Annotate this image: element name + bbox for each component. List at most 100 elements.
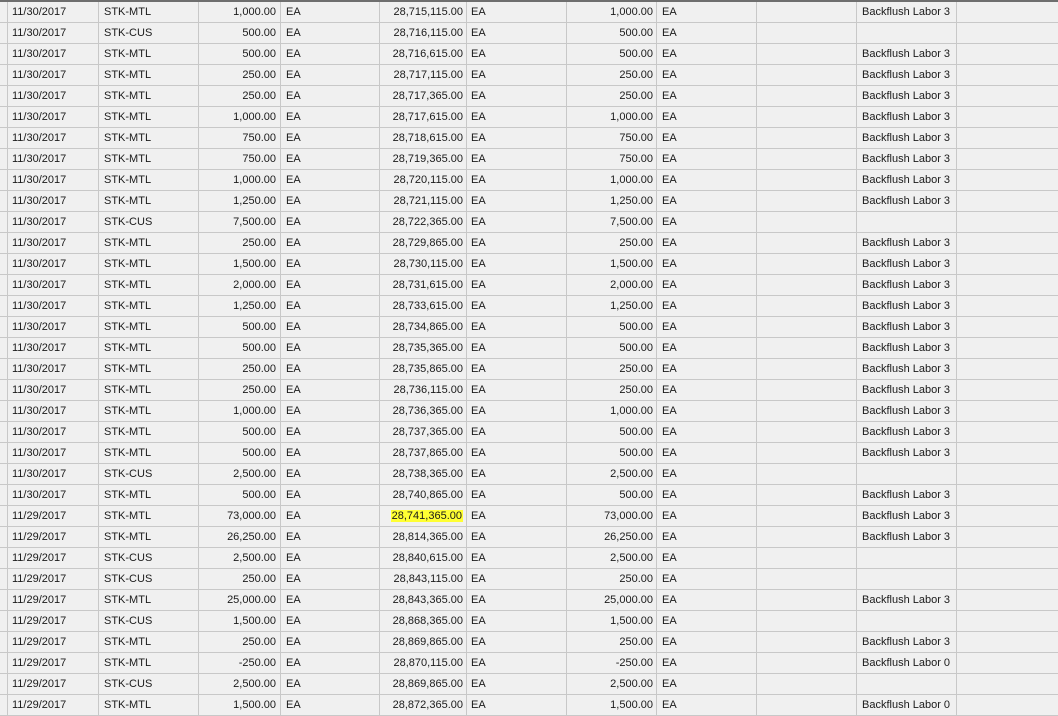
table-row[interactable]: 11/30/2017 STK-CUS 7,500.00 EA 28,722,365.00… <box>0 212 1058 233</box>
running-total-cell[interactable]: 28,734,865.00 <box>380 317 467 337</box>
table-row[interactable]: 11/30/2017 STK-MTL 1,500.00 EA 28,730,115.00… <box>0 254 1058 275</box>
transaction-type-cell[interactable]: STK-MTL <box>99 485 199 505</box>
transaction-type-cell[interactable]: STK-MTL <box>99 296 199 316</box>
uom-3-cell[interactable]: EA <box>657 464 757 484</box>
uom-cell[interactable]: EA <box>281 611 380 631</box>
description-cell[interactable]: Backflush Labor 3 <box>857 422 957 442</box>
trailing-cell[interactable] <box>957 674 1058 694</box>
date-cell[interactable]: 11/29/2017 <box>8 527 99 547</box>
trailing-cell[interactable] <box>957 149 1058 169</box>
running-total-cell[interactable]: 28,868,365.00 <box>380 611 467 631</box>
row-gutter[interactable] <box>0 338 8 358</box>
transaction-type-cell[interactable]: STK-CUS <box>99 23 199 43</box>
description-cell[interactable]: Backflush Labor 3 <box>857 527 957 547</box>
uom-cell[interactable]: EA <box>281 695 380 715</box>
quantity-2-cell[interactable]: 1,500.00 <box>567 254 657 274</box>
quantity-2-cell[interactable]: 500.00 <box>567 443 657 463</box>
row-gutter[interactable] <box>0 548 8 568</box>
trailing-cell[interactable] <box>957 2 1058 22</box>
description-cell[interactable]: Backflush Labor 3 <box>857 86 957 106</box>
description-cell[interactable]: Backflush Labor 3 <box>857 401 957 421</box>
quantity-2-cell[interactable]: 250.00 <box>567 632 657 652</box>
table-row[interactable]: 11/30/2017 STK-MTL 1,000.00 EA 28,717,615.00… <box>0 107 1058 128</box>
uom-cell[interactable]: EA <box>281 23 380 43</box>
table-row[interactable]: 11/29/2017 STK-MTL -250.00 EA 28,870,115.00 E… <box>0 653 1058 674</box>
uom-3-cell[interactable]: EA <box>657 107 757 127</box>
running-total-cell[interactable]: 28,715,115.00 <box>380 2 467 22</box>
uom-3-cell[interactable]: EA <box>657 275 757 295</box>
running-uom-cell[interactable]: EA <box>467 2 567 22</box>
description-cell[interactable] <box>857 674 957 694</box>
description-cell[interactable]: Backflush Labor 3 <box>857 338 957 358</box>
trailing-cell[interactable] <box>957 254 1058 274</box>
date-cell[interactable]: 11/30/2017 <box>8 422 99 442</box>
running-uom-cell[interactable]: EA <box>467 674 567 694</box>
blank-cell[interactable] <box>757 569 857 589</box>
description-cell[interactable] <box>857 212 957 232</box>
running-total-cell[interactable]: 28,730,115.00 <box>380 254 467 274</box>
quantity-cell[interactable]: 25,000.00 <box>199 590 281 610</box>
transaction-type-cell[interactable]: STK-CUS <box>99 464 199 484</box>
running-uom-cell[interactable]: EA <box>467 128 567 148</box>
description-cell[interactable]: Backflush Labor 3 <box>857 170 957 190</box>
quantity-2-cell[interactable]: 250.00 <box>567 359 657 379</box>
running-uom-cell[interactable]: EA <box>467 443 567 463</box>
uom-cell[interactable]: EA <box>281 128 380 148</box>
date-cell[interactable]: 11/29/2017 <box>8 632 99 652</box>
transaction-type-cell[interactable]: STK-MTL <box>99 653 199 673</box>
row-gutter[interactable] <box>0 611 8 631</box>
date-cell[interactable]: 11/30/2017 <box>8 317 99 337</box>
table-row[interactable]: 11/29/2017 STK-CUS 2,500.00 EA 28,840,615.00… <box>0 548 1058 569</box>
row-gutter[interactable] <box>0 443 8 463</box>
running-total-cell[interactable]: 28,722,365.00 <box>380 212 467 232</box>
quantity-2-cell[interactable]: 750.00 <box>567 149 657 169</box>
transaction-type-cell[interactable]: STK-CUS <box>99 569 199 589</box>
uom-cell[interactable]: EA <box>281 317 380 337</box>
trailing-cell[interactable] <box>957 65 1058 85</box>
trailing-cell[interactable] <box>957 695 1058 715</box>
running-total-cell[interactable]: 28,840,615.00 <box>380 548 467 568</box>
transaction-type-cell[interactable]: STK-MTL <box>99 149 199 169</box>
description-cell[interactable]: Backflush Labor 3 <box>857 590 957 610</box>
uom-cell[interactable]: EA <box>281 506 380 526</box>
row-gutter[interactable] <box>0 128 8 148</box>
row-gutter[interactable] <box>0 2 8 22</box>
quantity-2-cell[interactable]: 73,000.00 <box>567 506 657 526</box>
table-row[interactable]: 11/30/2017 STK-MTL 1,000.00 EA 28,720,115.00… <box>0 170 1058 191</box>
blank-cell[interactable] <box>757 443 857 463</box>
running-total-cell[interactable]: 28,872,365.00 <box>380 695 467 715</box>
date-cell[interactable]: 11/30/2017 <box>8 401 99 421</box>
running-uom-cell[interactable]: EA <box>467 527 567 547</box>
description-cell[interactable]: Backflush Labor 3 <box>857 506 957 526</box>
transaction-type-cell[interactable]: STK-MTL <box>99 359 199 379</box>
running-total-cell[interactable]: 28,729,865.00 <box>380 233 467 253</box>
quantity-cell[interactable]: 250.00 <box>199 380 281 400</box>
uom-3-cell[interactable]: EA <box>657 23 757 43</box>
transaction-type-cell[interactable]: STK-CUS <box>99 674 199 694</box>
date-cell[interactable]: 11/30/2017 <box>8 485 99 505</box>
quantity-cell[interactable]: 500.00 <box>199 422 281 442</box>
running-total-cell[interactable]: 28,719,365.00 <box>380 149 467 169</box>
uom-3-cell[interactable]: EA <box>657 65 757 85</box>
blank-cell[interactable] <box>757 296 857 316</box>
uom-3-cell[interactable]: EA <box>657 86 757 106</box>
table-row[interactable]: 11/30/2017 STK-MTL 1,000.00 EA 28,715,115.00… <box>0 2 1058 23</box>
uom-3-cell[interactable]: EA <box>657 128 757 148</box>
table-row[interactable]: 11/30/2017 STK-MTL 500.00 EA 28,740,865.00 EA… <box>0 485 1058 506</box>
blank-cell[interactable] <box>757 86 857 106</box>
date-cell[interactable]: 11/29/2017 <box>8 653 99 673</box>
table-row[interactable]: 11/29/2017 STK-CUS 1,500.00 EA 28,868,365.00… <box>0 611 1058 632</box>
uom-3-cell[interactable]: EA <box>657 485 757 505</box>
uom-3-cell[interactable]: EA <box>657 296 757 316</box>
blank-cell[interactable] <box>757 128 857 148</box>
date-cell[interactable]: 11/30/2017 <box>8 380 99 400</box>
running-total-cell[interactable]: 28,814,365.00 <box>380 527 467 547</box>
row-gutter[interactable] <box>0 506 8 526</box>
running-total-cell[interactable]: 28,843,365.00 <box>380 590 467 610</box>
transaction-type-cell[interactable]: STK-MTL <box>99 590 199 610</box>
running-total-cell[interactable]: 28,870,115.00 <box>380 653 467 673</box>
trailing-cell[interactable] <box>957 548 1058 568</box>
quantity-2-cell[interactable]: 1,250.00 <box>567 191 657 211</box>
table-row[interactable]: 11/29/2017 STK-MTL 25,000.00 EA 28,843,365.0… <box>0 590 1058 611</box>
running-total-cell[interactable]: 28,735,365.00 <box>380 338 467 358</box>
